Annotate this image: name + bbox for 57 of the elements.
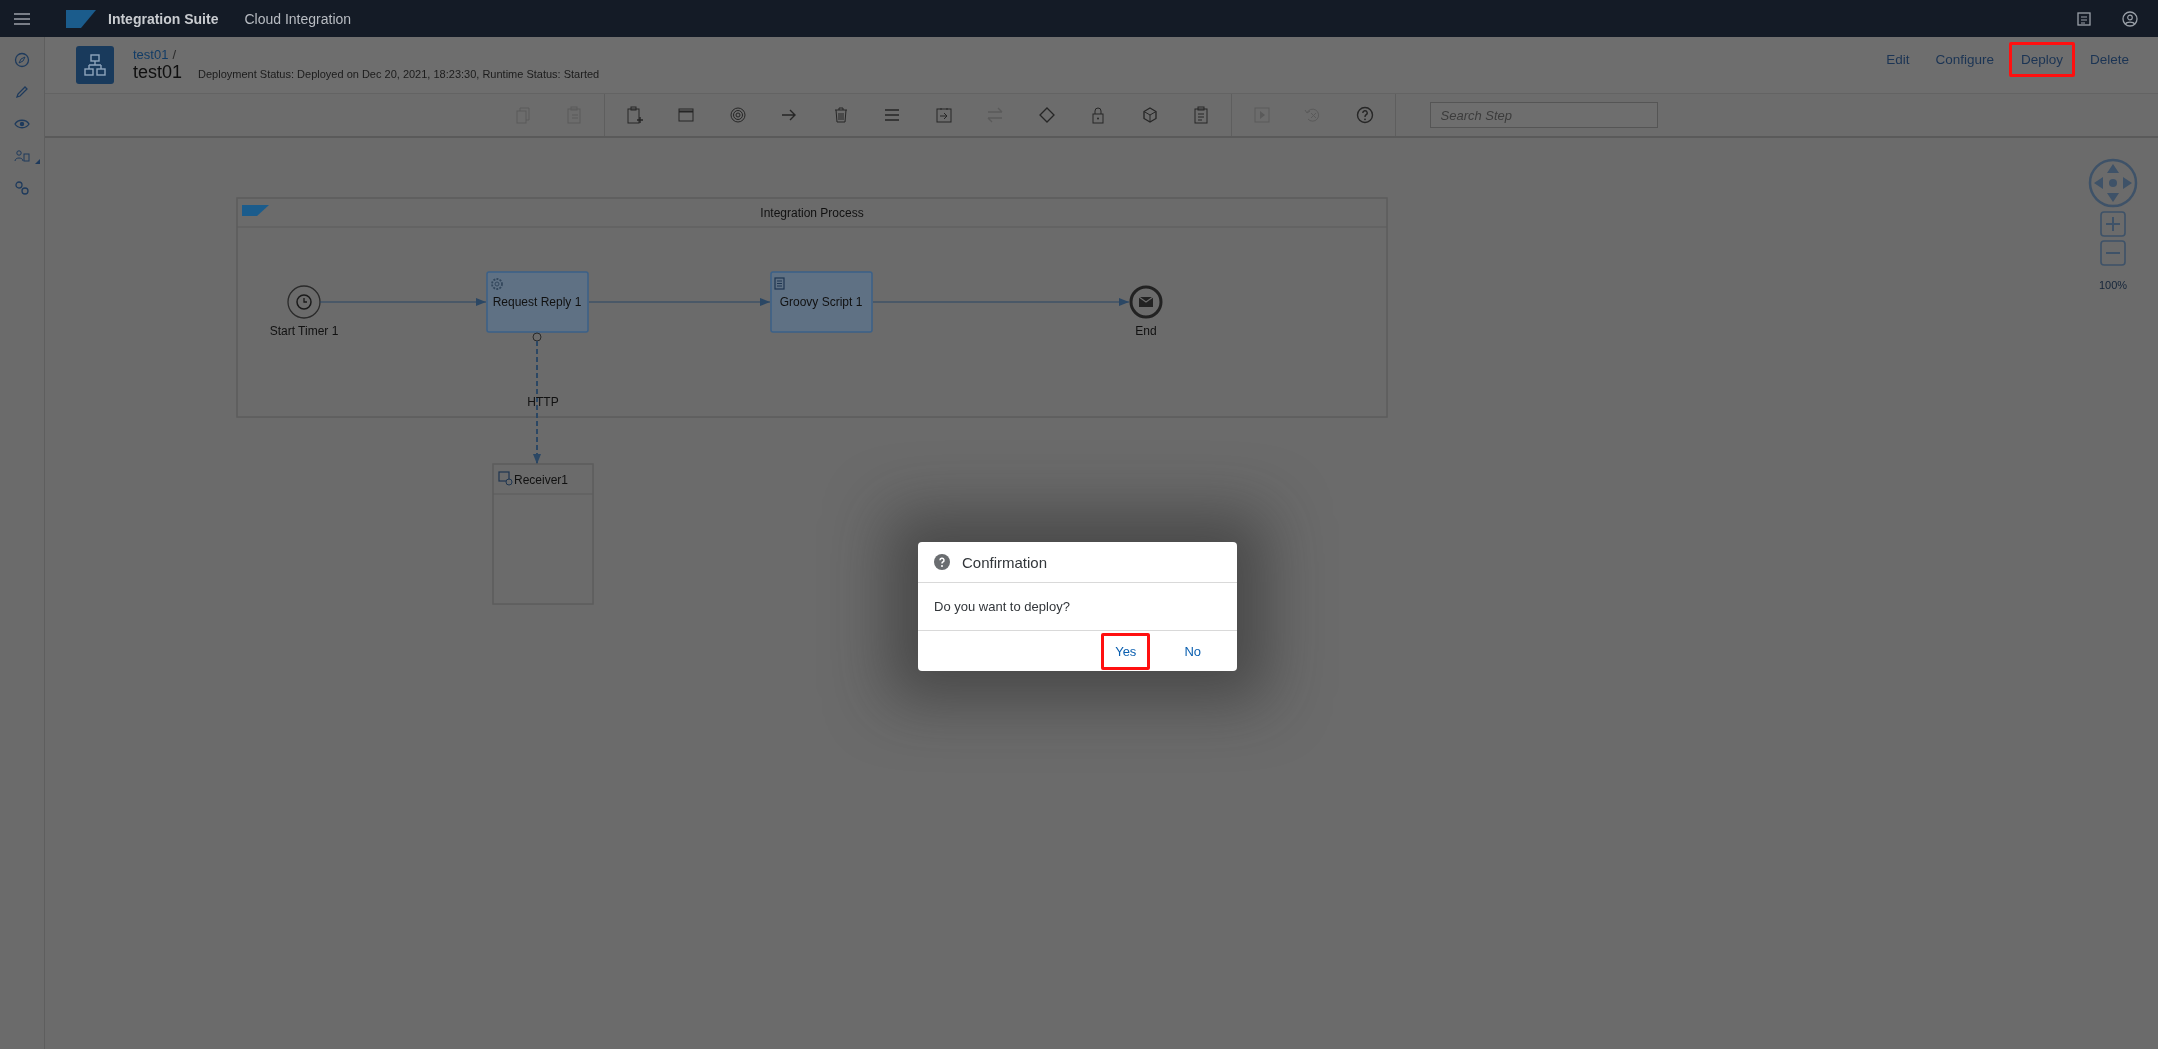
list-icon[interactable] [883,106,902,124]
step-box[interactable] [770,271,873,333]
step-label: Groovy Script 1 [779,295,863,309]
page-title: test01 [133,62,183,83]
script-icon [774,277,785,290]
pan-control-icon[interactable] [2088,158,2138,208]
diamond-icon[interactable] [1037,106,1056,124]
help-icon[interactable] [1355,106,1374,124]
event-label: Start Timer 1 [269,324,339,338]
pool-title: Integration Process [760,206,864,220]
action-button[interactable]: Delete [2078,42,2140,77]
zoom-out-icon[interactable] [2100,240,2126,266]
dialog-title: Confirmation [962,553,1048,571]
end-event-icon[interactable] [1129,285,1163,319]
event-label: End [1135,324,1157,338]
dialog-button[interactable]: Yes [1101,632,1151,670]
gears-icon[interactable] [14,180,30,196]
dialog-message: Do you want to deploy? [918,583,1237,631]
logo-icon [242,205,269,216]
receiver-box[interactable] [492,463,594,605]
receiver-label: Receiver1 [514,473,569,487]
expand-triangle-icon [35,159,40,164]
receiver-icon [498,471,513,486]
action-button[interactable]: Edit [1875,42,1921,77]
breadcrumb-link[interactable]: test01 [133,47,169,62]
zoom-in-icon[interactable] [2100,211,2126,237]
connection-label: HTTP [527,395,559,409]
app-name[interactable]: Cloud Integration [244,10,352,27]
action-button[interactable]: Deploy [2008,42,2075,77]
step-box[interactable] [486,271,589,333]
integration-flow-icon [76,46,114,84]
timer-event-icon[interactable] [287,285,321,319]
clipboard-icon[interactable] [1192,106,1211,124]
user-icon[interactable] [2122,10,2138,27]
users-icon[interactable] [14,148,30,164]
sequence-arrow[interactable] [588,298,771,306]
logo-icon [66,9,96,28]
target-icon[interactable] [728,106,747,124]
breadcrumb-separator: / [172,47,177,62]
import-icon[interactable] [934,106,953,124]
compass-icon[interactable] [14,52,30,68]
step-label: Request Reply 1 [492,295,582,309]
help-icon [934,554,950,570]
sequence-arrow[interactable] [872,298,1130,306]
dialog-button[interactable]: No [1170,632,1215,670]
deployment-status: Deployment Status: Deployed on Dec 20, 2021, 18:23:30, Runtime Status: Started [198,68,600,80]
menu-icon[interactable] [13,11,31,26]
notes-icon[interactable] [2077,11,2091,26]
pencil-icon[interactable] [14,84,30,100]
gear-icon [491,278,503,290]
sequence-arrow[interactable] [319,298,487,306]
window-icon[interactable] [677,106,696,124]
zoom-level: 100% [2098,279,2128,291]
clipboard-plus-icon[interactable] [625,106,644,124]
action-button[interactable]: Configure [1924,42,2005,77]
cube-icon[interactable] [1140,106,1159,124]
product-name: Integration Suite [108,10,219,27]
